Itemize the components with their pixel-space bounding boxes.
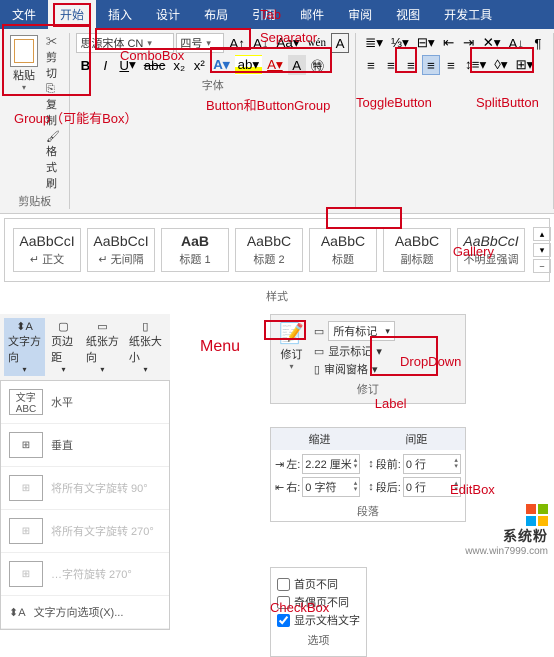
indent-right-editbox[interactable]: 0 字符 <box>302 477 360 497</box>
align-center-button[interactable]: ≡ <box>382 55 400 75</box>
char-border-button[interactable]: A <box>331 33 349 53</box>
menu-footer[interactable]: ⬍A文字方向选项(X)... <box>1 596 169 629</box>
asian-layout-button[interactable]: ✕▾ <box>480 33 504 53</box>
watermark: 系统粉 www.win7999.com <box>465 503 548 557</box>
multilevel-button[interactable]: ⊟▾ <box>414 33 438 53</box>
tab-developer[interactable]: 开发工具 <box>432 0 504 29</box>
page-size-button[interactable]: ▯纸张大小 <box>125 318 166 376</box>
char-shading-button[interactable]: A <box>288 55 306 75</box>
indent-dec-button[interactable]: ⇤ <box>440 33 458 53</box>
shading-button[interactable]: ◊▾ <box>491 55 510 75</box>
tab-view[interactable]: 视图 <box>384 0 432 29</box>
reviewing-pane-dropdown[interactable]: 审阅窗格 <box>324 361 368 377</box>
tab-review[interactable]: 审阅 <box>336 0 384 29</box>
gallery-more-button[interactable]: ⎯ <box>533 259 551 273</box>
gallery-item[interactable]: AaBbCcI↵ 正文 <box>13 228 81 272</box>
numbering-button[interactable]: ⅓▾ <box>388 33 412 53</box>
annotation-split: SplitButton <box>476 95 539 110</box>
annotation-editbox: EditBox <box>450 482 495 497</box>
annotation-menu: Menu <box>200 338 240 356</box>
bullets-button[interactable]: ≣▾ <box>362 33 386 53</box>
menu-item: ⊞将所有文字旋转 270° <box>1 510 169 553</box>
annotation-separator: Separator <box>260 30 317 45</box>
annotation-tab: Tab <box>260 7 281 22</box>
page-setup-header: ⬍A文字方向 ▢页边距 ▭纸张方向 ▯纸张大小 <box>0 314 170 380</box>
menu-item: ⊞…字符旋转 270° <box>1 553 169 596</box>
annotation-gallery: Gallery <box>453 244 494 259</box>
annotation-dropdown: DropDown <box>400 354 461 369</box>
text-effects-button[interactable]: A▾ <box>210 55 232 75</box>
annotation-checkbox: CheckBox <box>270 600 329 615</box>
clipboard-group-label: 剪贴板 <box>18 193 51 209</box>
gallery-item[interactable]: AaBbCcI↵ 无间隔 <box>87 228 155 272</box>
menu-item[interactable]: ⊞垂直 <box>1 424 169 467</box>
logo-icon <box>526 504 548 526</box>
annotation-buttongroup: Button和ButtonGroup <box>206 95 330 114</box>
annotation-toggle: ToggleButton <box>356 95 432 110</box>
text-direction-menu: 文字 ABC水平⊞垂直⊞将所有文字旋转 90°⊞将所有文字旋转 270°⊞…字符… <box>0 380 170 630</box>
bold-button[interactable]: B <box>76 55 94 75</box>
gallery-item[interactable]: AaBbC标题 2 <box>235 228 303 272</box>
indent-left-editbox[interactable]: 2.22 厘米 <box>302 454 360 474</box>
tab-design[interactable]: 设计 <box>144 0 192 29</box>
paragraph-group-label: 段落 <box>271 501 465 521</box>
show-markup-dropdown[interactable]: 显示标记 <box>328 343 372 359</box>
first-page-checkbox[interactable]: 首页不同 <box>277 576 360 592</box>
distribute-button[interactable]: ≡ <box>442 55 460 75</box>
font-group-label: 字体 <box>202 77 224 93</box>
highlight-button[interactable]: ab▾ <box>235 55 263 75</box>
indent-label: 缩进 <box>271 428 368 450</box>
styles-group-label: 样式 <box>0 286 554 306</box>
menu-item[interactable]: 文字 ABC水平 <box>1 381 169 424</box>
tab-file[interactable]: 文件 <box>0 0 48 29</box>
grow-font-button[interactable]: A↑ <box>226 33 248 53</box>
space-before-editbox[interactable]: 0 行 <box>403 454 461 474</box>
paragraph-group: ≣▾ ⅓▾ ⊟▾ ⇤ ⇥ ✕▾ A↓ ¶ ≡ ≡ ≡ ≡ ≡ ↕≡▾ ◊▾ ⊞▾ <box>356 33 554 209</box>
gallery-up-button[interactable]: ▴ <box>533 227 551 241</box>
format-painter-button[interactable]: 🖌 格式刷 <box>46 130 63 191</box>
tracking-group-label: 修订 <box>275 379 461 399</box>
margins-button[interactable]: ▢页边距 <box>47 318 80 376</box>
display-for-review-dropdown[interactable]: 所有标记 <box>328 321 395 341</box>
gallery-item[interactable]: AaB标题 1 <box>161 228 229 272</box>
clipboard-icon <box>10 35 38 67</box>
tab-layout[interactable]: 布局 <box>192 0 240 29</box>
orientation-button[interactable]: ▭纸张方向 <box>82 318 123 376</box>
sort-button[interactable]: A↓ <box>505 33 527 53</box>
spacing-label: 间距 <box>368 428 465 450</box>
tab-mailings[interactable]: 邮件 <box>288 0 336 29</box>
menu-item: ⊞将所有文字旋转 90° <box>1 467 169 510</box>
cut-button[interactable]: ✂ 剪切 <box>46 33 63 81</box>
show-markup-icon: ▭ <box>314 345 324 358</box>
align-right-button[interactable]: ≡ <box>402 55 420 75</box>
align-justify-button[interactable]: ≡ <box>422 55 440 75</box>
paragraph-spacing-section: 缩进间距 ⇥左:2.22 厘米 ⇤右:0 字符 ↕段前:0 行 ↕段后:0 行 … <box>270 427 466 522</box>
show-marks-button[interactable]: ¶ <box>529 33 547 53</box>
menu-section: ⬍A文字方向 ▢页边距 ▭纸张方向 ▯纸张大小 文字 ABC水平⊞垂直⊞将所有文… <box>0 314 170 657</box>
annotation-group: Group（可能有Box） <box>14 108 138 127</box>
options-group-label: 选项 <box>277 630 360 650</box>
gallery-item[interactable]: AaBbC标题 <box>309 228 377 272</box>
annotation-label: Label <box>375 396 407 411</box>
enclose-char-button[interactable]: ㊕ <box>308 55 327 75</box>
annotation-combobox: ComboBox <box>120 48 184 63</box>
text-direction-button[interactable]: ⬍A文字方向 <box>4 318 45 376</box>
superscript-button[interactable]: x² <box>190 55 208 75</box>
reviewing-pane-icon: ▯ <box>314 363 320 376</box>
indent-inc-button[interactable]: ⇥ <box>460 33 478 53</box>
align-left-button[interactable]: ≡ <box>362 55 380 75</box>
display-for-review-icon: ▭ <box>314 325 324 338</box>
gallery-item[interactable]: AaBbC副标题 <box>383 228 451 272</box>
tab-insert[interactable]: 插入 <box>96 0 144 29</box>
borders-button[interactable]: ⊞▾ <box>512 55 536 75</box>
gallery-down-button[interactable]: ▾ <box>533 243 551 257</box>
tab-home[interactable]: 开始 <box>48 0 96 29</box>
track-changes-button[interactable]: 📝修订 <box>275 319 308 379</box>
line-spacing-button[interactable]: ↕≡▾ <box>462 55 489 75</box>
font-color-button[interactable]: A▾ <box>264 55 286 75</box>
italic-button[interactable]: I <box>96 55 114 75</box>
